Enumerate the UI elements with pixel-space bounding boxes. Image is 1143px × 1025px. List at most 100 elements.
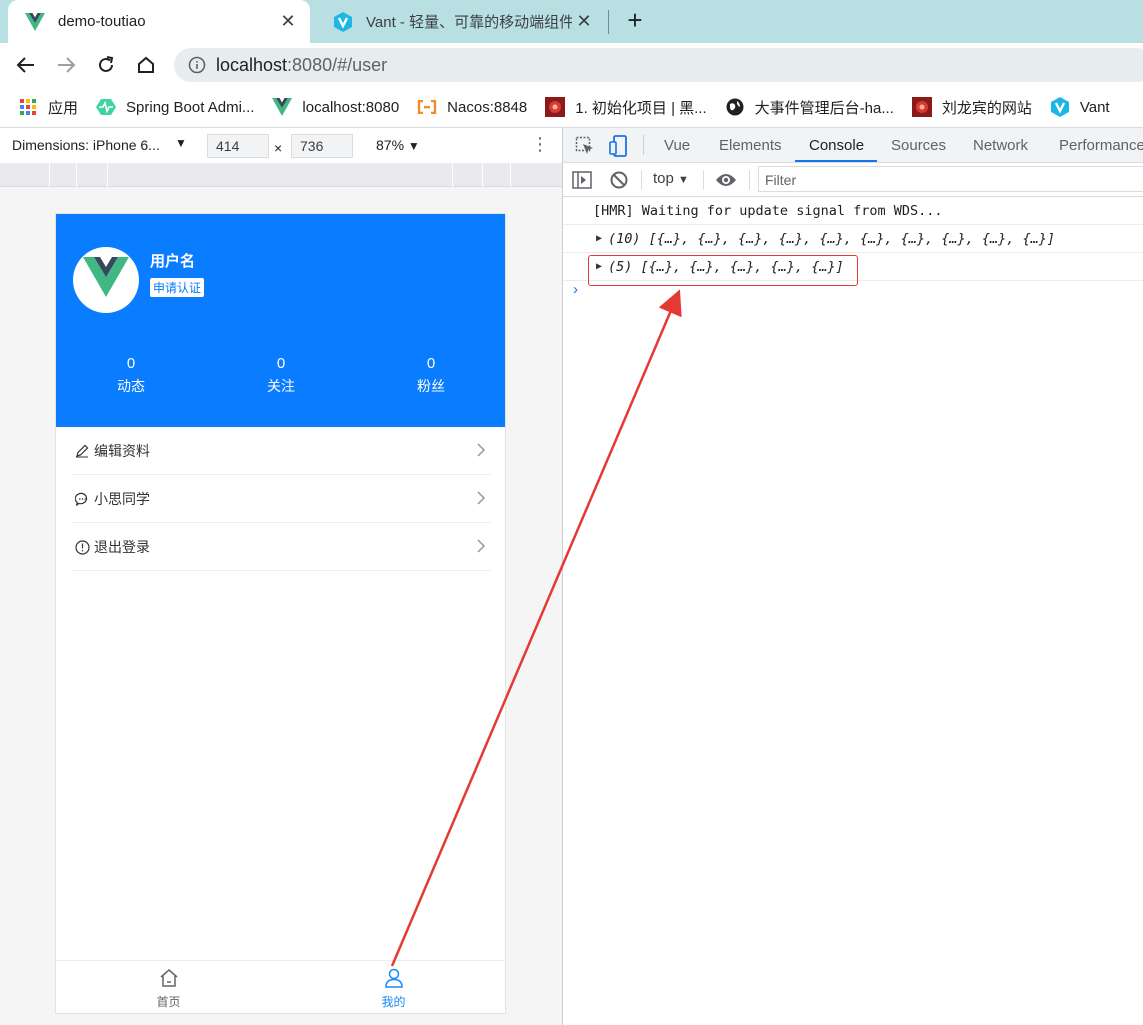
back-button[interactable]: [12, 51, 40, 79]
device-toolbar: Dimensions: iPhone 6... ▼ 414 × 736 87% …: [0, 127, 562, 163]
active-tab-indicator: [795, 160, 877, 162]
bottom-tabbar: 首页 我的: [56, 960, 505, 1013]
reload-icon: [99, 56, 114, 72]
times-symbol: ×: [274, 140, 283, 156]
bookmark-label: 应用: [48, 99, 79, 117]
user-name: 用户名: [150, 253, 196, 270]
browser-tab-strip: demo-toutiao ✕ Vant - 轻量、可靠的移动端组件库 ✕ +: [0, 0, 1143, 43]
forward-button[interactable]: [52, 51, 80, 79]
menu-label: 退出登录: [94, 539, 150, 555]
mobile-app-frame: 用户名 申请认证 0 动态 0 关注 0 粉丝 编辑资料 小思同学 退出登录 首…: [55, 213, 506, 1014]
console-filter-input[interactable]: Filter: [758, 166, 1143, 192]
bookmark-label: Spring Boot Admi...: [126, 98, 255, 116]
chat-icon: [74, 491, 90, 507]
device-width-input[interactable]: 414: [207, 134, 269, 158]
bookmark-liulongbin[interactable]: 刘龙宾的网站: [911, 97, 1032, 118]
media-query-ruler: [0, 163, 562, 187]
vant-logo-icon: [1050, 97, 1070, 117]
console-prompt[interactable]: ›: [573, 281, 578, 298]
vue-logo-icon: [272, 97, 293, 117]
user-header: 用户名 申请认证 0 动态 0 关注 0 粉丝: [56, 214, 505, 427]
address-bar[interactable]: localhost:8080/#/user: [174, 48, 1143, 82]
chevron-right-icon: [477, 443, 486, 457]
info-icon: [188, 56, 206, 74]
more-options-icon[interactable]: ⋮: [531, 134, 549, 155]
caret-down-icon[interactable]: ▼: [175, 136, 187, 150]
reload-button[interactable]: [92, 51, 120, 79]
home-button[interactable]: [132, 51, 160, 79]
menu-label: 小思同学: [94, 491, 150, 507]
close-tab-icon[interactable]: ✕: [276, 10, 300, 34]
close-tab-icon[interactable]: ✕: [572, 10, 596, 34]
globe-icon: [725, 97, 745, 117]
menu-xiaosi[interactable]: 小思同学: [56, 475, 505, 523]
tab-demo-toutiao[interactable]: demo-toutiao ✕: [8, 0, 310, 43]
bookmarks-bar: 应用 Spring Boot Admi... localhost:8080 Na…: [0, 87, 1143, 127]
tab-divider: [608, 10, 609, 34]
tabbar-home[interactable]: 首页: [56, 961, 281, 1013]
tabbar-label: 首页: [156, 995, 181, 1009]
toolbar-divider: [643, 135, 644, 155]
devtools-tabbar: Vue Elements Console Sources Network Per…: [563, 127, 1143, 163]
bookmark-label: 1. 初始化项目 | 黑...: [575, 99, 707, 117]
stat-count: 0: [276, 355, 286, 372]
arrow-left-icon: [16, 57, 34, 73]
bookmark-spring-boot-admin[interactable]: Spring Boot Admi...: [96, 97, 254, 117]
avatar[interactable]: [73, 247, 139, 313]
new-tab-button[interactable]: +: [620, 6, 650, 36]
stat-label: 粉丝: [417, 378, 445, 394]
stat-count: 0: [126, 355, 136, 372]
bookmark-localhost[interactable]: localhost:8080: [272, 97, 399, 117]
tab-vue[interactable]: Vue: [664, 137, 690, 154]
bookmark-label: 刘龙宾的网站: [941, 99, 1032, 117]
eye-icon[interactable]: [715, 172, 737, 188]
sidebar-toggle-icon[interactable]: [572, 171, 592, 189]
stat-count: 0: [426, 355, 436, 372]
stat-following[interactable]: 0 关注: [206, 355, 356, 396]
clear-console-icon[interactable]: [610, 171, 628, 189]
bookmark-label: Vant: [1079, 98, 1110, 116]
bookmark-nacos[interactable]: Nacos:8848: [417, 97, 527, 117]
vue-logo-icon: [83, 257, 129, 297]
red-avatar-icon: [911, 97, 932, 117]
console-message: [HMR] Waiting for update signal from WDS…: [563, 197, 1143, 225]
device-height-input[interactable]: 736: [291, 134, 353, 158]
stat-followers[interactable]: 0 粉丝: [356, 355, 505, 396]
user-icon: [384, 968, 403, 988]
tabbar-mine[interactable]: 我的: [281, 961, 505, 1013]
tab-console[interactable]: Console: [809, 137, 864, 154]
inspect-element-icon[interactable]: [575, 136, 595, 156]
tab-performance[interactable]: Performance: [1059, 137, 1143, 154]
zoom-select[interactable]: 87% ▼: [376, 137, 420, 153]
nacos-icon: [417, 97, 437, 117]
apply-verification-badge[interactable]: 申请认证: [150, 278, 205, 297]
bookmark-vant[interactable]: Vant: [1050, 97, 1110, 117]
stat-posts[interactable]: 0 动态: [56, 355, 206, 396]
bookmark-apps[interactable]: 应用: [18, 97, 78, 118]
menu-logout[interactable]: 退出登录: [56, 523, 505, 571]
tab-vant[interactable]: Vant - 轻量、可靠的移动端组件库 ✕: [316, 0, 606, 43]
device-toggle-icon[interactable]: [609, 135, 627, 157]
chevron-right-icon: [477, 491, 486, 505]
stat-label: 关注: [267, 378, 295, 394]
tab-network[interactable]: Network: [973, 137, 1028, 154]
console-array-entry[interactable]: ▶ (10) [{…}, {…}, {…}, {…}, {…}, {…}, {……: [563, 225, 1143, 253]
vant-logo-icon: [332, 11, 354, 33]
tab-sources[interactable]: Sources: [891, 137, 946, 154]
bookmark-label: Nacos:8848: [447, 98, 528, 116]
tab-elements[interactable]: Elements: [719, 137, 782, 154]
bookmark-init-project[interactable]: 1. 初始化项目 | 黑...: [545, 97, 707, 118]
menu-edit-profile[interactable]: 编辑资料: [56, 427, 505, 475]
tab-title: demo-toutiao: [58, 13, 146, 30]
home-icon: [160, 969, 177, 987]
edit-icon: [74, 443, 90, 459]
vue-logo-icon: [24, 11, 46, 33]
device-dimensions-select[interactable]: Dimensions: iPhone 6...: [12, 137, 160, 153]
expand-triangle-icon[interactable]: ▶: [596, 225, 602, 253]
info-circle-icon: [74, 539, 90, 555]
chevron-right-icon: [477, 539, 486, 553]
context-select[interactable]: top ▼: [653, 170, 689, 187]
stat-label: 动态: [117, 378, 145, 394]
red-avatar-icon: [545, 97, 566, 117]
bookmark-big-event[interactable]: 大事件管理后台-ha...: [725, 97, 894, 118]
